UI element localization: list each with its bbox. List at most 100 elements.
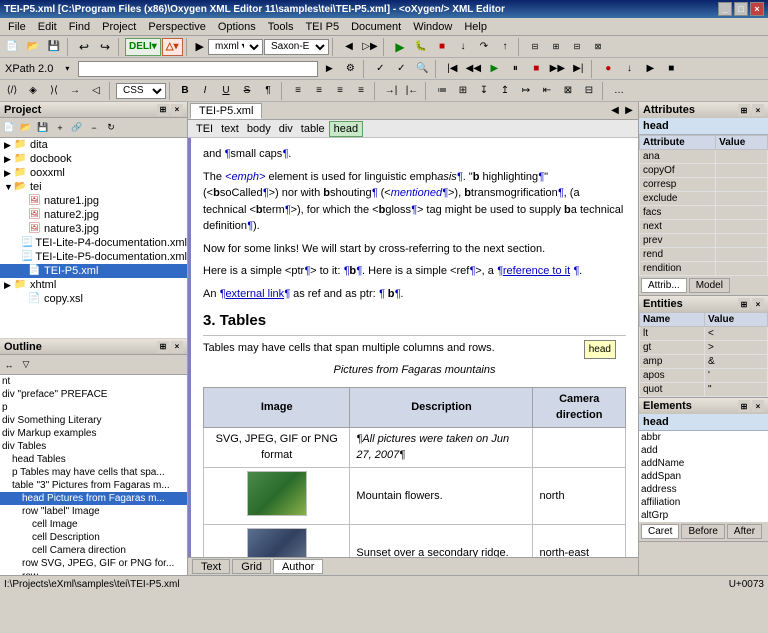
media-start[interactable]: |◀ — [442, 60, 462, 78]
redo-button[interactable]: ↪ — [95, 38, 115, 56]
css-select[interactable]: CSS — [116, 83, 166, 99]
attr-facs[interactable]: facs — [640, 206, 768, 220]
align-right[interactable]: ≡ — [330, 82, 350, 100]
more-btn[interactable]: … — [609, 82, 629, 100]
proj-refresh[interactable]: ↻ — [103, 120, 119, 136]
format-btn4[interactable]: → — [65, 82, 85, 100]
debug-button[interactable]: 🐛 — [411, 38, 431, 56]
step-button[interactable]: ↓ — [453, 38, 473, 56]
save-button[interactable]: 💾 — [44, 38, 64, 56]
menu-tools[interactable]: Tools — [262, 20, 300, 34]
breadcrumb-table[interactable]: table — [297, 122, 329, 136]
elem-abbr[interactable]: abbr — [639, 431, 768, 444]
outline-sync[interactable]: ↔ — [1, 357, 17, 373]
tree-item-ooxxml[interactable]: ▶ 📁 ooxxml — [0, 166, 187, 180]
attr-settings-btn[interactable]: ⊞ — [738, 104, 750, 116]
outline-row-1[interactable]: row — [0, 570, 187, 575]
outline-p-tables[interactable]: p Tables may have cells that spa... — [0, 466, 187, 479]
tree-item-docbook[interactable]: ▶ 📁 docbook — [0, 152, 187, 166]
ins-col-btn[interactable]: ↦ — [516, 82, 536, 100]
elem-affiliation[interactable]: affiliation — [639, 496, 768, 509]
format-btn2[interactable]: ◈ — [23, 82, 43, 100]
align-center[interactable]: ≡ — [309, 82, 329, 100]
split4[interactable]: ⊠ — [588, 38, 608, 56]
menu-options[interactable]: Options — [212, 20, 262, 34]
btn-right[interactable]: ▷▶ — [360, 38, 380, 56]
join-cells-btn[interactable]: ⊠ — [558, 82, 578, 100]
outline-table-fagaras[interactable]: table "3" Pictures from Fagaras m... — [0, 479, 187, 492]
proj-open[interactable]: 📂 — [18, 120, 34, 136]
project-close-btn[interactable]: × — [171, 104, 183, 116]
outline-cell-camera[interactable]: cell Camera direction — [0, 544, 187, 557]
list-btn[interactable]: ≔ — [432, 82, 452, 100]
xpath-settings[interactable]: ⚙ — [340, 60, 360, 78]
ent-close-btn[interactable]: × — [752, 298, 764, 310]
bold-btn[interactable]: B — [176, 82, 194, 100]
open-button[interactable]: 📂 — [23, 38, 43, 56]
indent-btn[interactable]: →| — [381, 82, 401, 100]
outline-div-markup[interactable]: div Markup examples — [0, 427, 187, 440]
tree-item-copyxsl[interactable]: 📄 copy.xsl — [0, 292, 187, 306]
proj-link[interactable]: 🔗 — [69, 120, 85, 136]
tree-item-dita[interactable]: ▶ 📁 dita — [0, 138, 187, 152]
outline-cell-image[interactable]: cell Image — [0, 518, 187, 531]
maximize-button[interactable]: □ — [734, 2, 748, 16]
validate-button[interactable]: DELI▾ — [125, 38, 161, 56]
elem-addname[interactable]: addName — [639, 457, 768, 470]
caret-tab-attrib[interactable]: Attrib... — [641, 278, 687, 293]
table-btn[interactable]: ⊞ — [453, 82, 473, 100]
editor-content[interactable]: and ¶small caps¶. The <emph> element is … — [188, 138, 638, 557]
tree-item-tei-lite-p4[interactable]: 📃 TEI-Lite-P4-documentation.xml — [0, 236, 187, 250]
proj-add[interactable]: + — [52, 120, 68, 136]
attr-rendition[interactable]: rendition — [640, 262, 768, 276]
attr-next[interactable]: next — [640, 220, 768, 234]
underline-btn[interactable]: U — [216, 82, 236, 100]
breadcrumb-text[interactable]: text — [217, 122, 243, 136]
stepout-button[interactable]: ↑ — [495, 38, 515, 56]
proj-rem[interactable]: − — [86, 120, 102, 136]
attr-copyOf[interactable]: copyOf — [640, 164, 768, 178]
breadcrumb-body[interactable]: body — [243, 122, 275, 136]
menu-find[interactable]: Find — [63, 20, 96, 34]
elem-addspan[interactable]: addSpan — [639, 470, 768, 483]
media-next[interactable]: ▶▶ — [547, 60, 567, 78]
play2-btn[interactable]: ▶ — [640, 60, 660, 78]
attr-exclude[interactable]: exclude — [640, 192, 768, 206]
search-btn[interactable]: 🔍 — [412, 60, 432, 78]
pilcrow-btn[interactable]: ¶ — [258, 82, 278, 100]
proj-save[interactable]: 💾 — [35, 120, 51, 136]
tree-item-nature1[interactable]: 🖼 nature1.jpg — [0, 194, 187, 208]
split3[interactable]: ⊟ — [567, 38, 587, 56]
stop-button[interactable]: ■ — [432, 38, 452, 56]
attr-ana[interactable]: ana — [640, 150, 768, 164]
outline-cell-desc[interactable]: cell Description — [0, 531, 187, 544]
format-btn1[interactable]: ⟨/⟩ — [2, 82, 22, 100]
strikethrough-btn[interactable]: S — [237, 82, 257, 100]
xpath-go[interactable]: ▶ — [319, 60, 339, 78]
after-tab[interactable]: After — [727, 524, 762, 539]
breadcrumb-div[interactable]: div — [275, 122, 297, 136]
media-end[interactable]: ▶| — [568, 60, 588, 78]
saxon-select[interactable]: Saxon-EE — [264, 39, 329, 55]
tree-item-tei[interactable]: ▼ 📂 tei — [0, 180, 187, 194]
attr-corresp[interactable]: corresp — [640, 178, 768, 192]
undo-button[interactable]: ↩ — [74, 38, 94, 56]
attr-prev[interactable]: prev — [640, 234, 768, 248]
entity-quot[interactable]: quot" — [640, 383, 768, 397]
ins-row-btn[interactable]: ↧ — [474, 82, 494, 100]
format-btn3[interactable]: ⟩⟨ — [44, 82, 64, 100]
tab-tei-p5[interactable]: TEI-P5.xml — [190, 103, 262, 119]
entity-gt[interactable]: gt> — [640, 341, 768, 355]
tree-item-tei-p5[interactable]: 📄 TEI-P5.xml — [0, 264, 187, 278]
tree-item-nature3[interactable]: 🖼 nature3.jpg — [0, 222, 187, 236]
menu-window[interactable]: Window — [407, 20, 458, 34]
xpath-dropdown[interactable]: ▾ — [57, 60, 77, 78]
menu-help[interactable]: Help — [458, 20, 493, 34]
menu-file[interactable]: File — [2, 20, 32, 34]
elem-altgrp[interactable]: altGrp — [639, 509, 768, 522]
outline-close-btn[interactable]: × — [171, 341, 183, 353]
media-stop[interactable]: ■ — [526, 60, 546, 78]
outline-div-preface[interactable]: div "preface" PREFACE — [0, 388, 187, 401]
btn-left[interactable]: ◀ — [339, 38, 359, 56]
mode-author[interactable]: Author — [273, 559, 323, 574]
